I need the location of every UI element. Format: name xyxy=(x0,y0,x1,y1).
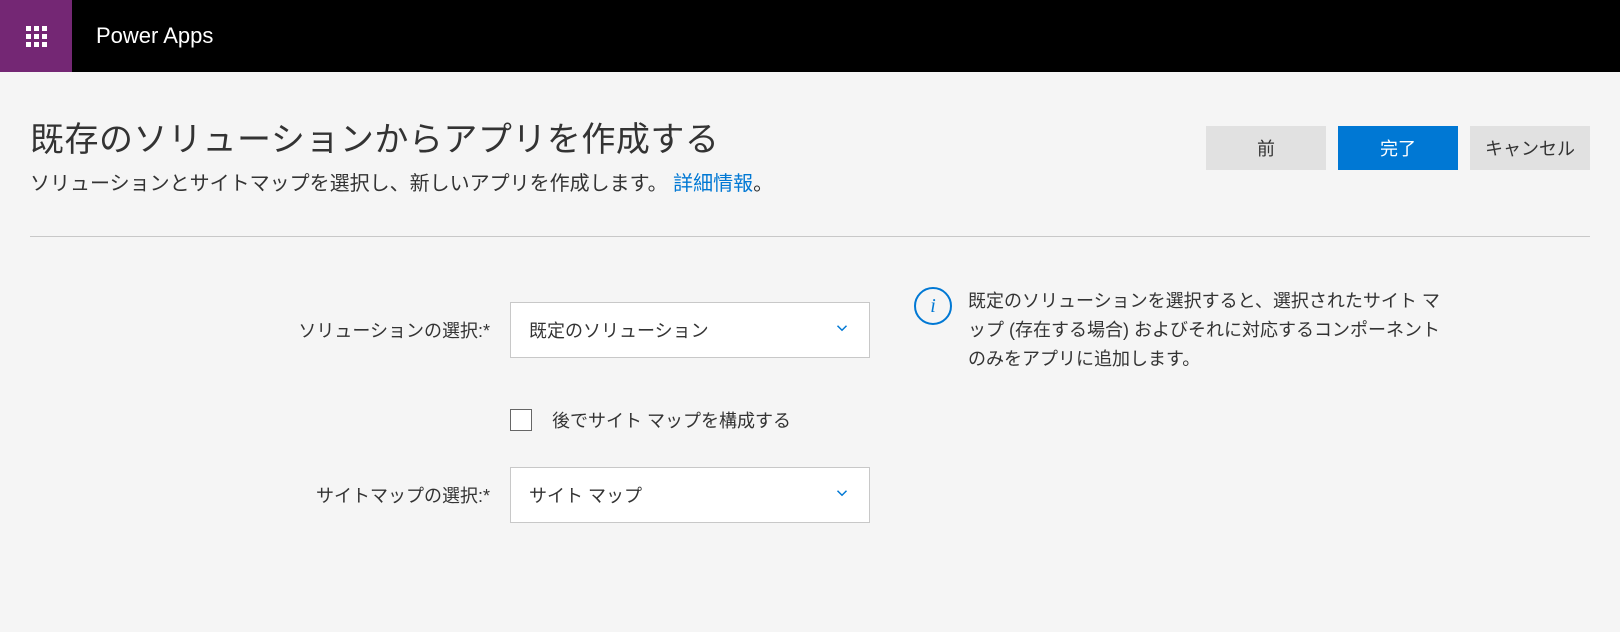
app-title: Power Apps xyxy=(96,23,213,49)
info-message: i 既定のソリューションを選択すると、選択されたサイト マップ (存在する場合)… xyxy=(914,287,1454,373)
solution-select-label: ソリューションの選択:* xyxy=(30,317,510,343)
configure-later-checkbox[interactable] xyxy=(510,409,532,431)
chevron-down-icon xyxy=(833,319,851,342)
app-header: Power Apps xyxy=(0,0,1620,72)
info-text: 既定のソリューションを選択すると、選択されたサイト マップ (存在する場合) お… xyxy=(968,287,1454,373)
solution-select[interactable]: 既定のソリューション xyxy=(510,302,870,358)
cancel-button[interactable]: キャンセル xyxy=(1470,126,1590,170)
configure-later-label: 後でサイト マップを構成する xyxy=(552,407,791,433)
divider xyxy=(30,236,1590,237)
chevron-down-icon xyxy=(833,484,851,507)
prev-button[interactable]: 前 xyxy=(1206,126,1326,170)
app-launcher-button[interactable] xyxy=(0,0,72,72)
learn-more-link[interactable]: 詳細情報 xyxy=(673,173,753,195)
sitemap-select-label: サイトマップの選択:* xyxy=(30,482,510,508)
waffle-icon xyxy=(26,26,47,47)
solution-select-value: 既定のソリューション xyxy=(529,317,709,343)
done-button[interactable]: 完了 xyxy=(1338,126,1458,170)
subtitle-text: ソリューションとサイトマップを選択し、新しいアプリを作成します。 xyxy=(30,173,668,195)
sitemap-select-value: サイト マップ xyxy=(529,482,642,508)
action-buttons: 前 完了 キャンセル xyxy=(1206,126,1590,170)
info-icon: i xyxy=(914,287,952,325)
page-subtitle: ソリューションとサイトマップを選択し、新しいアプリを作成します。 詳細情報。 xyxy=(30,167,1206,196)
page-title: 既存のソリューションからアプリを作成する xyxy=(30,112,1206,161)
sitemap-select[interactable]: サイト マップ xyxy=(510,467,870,523)
subtitle-suffix: 。 xyxy=(753,173,773,195)
